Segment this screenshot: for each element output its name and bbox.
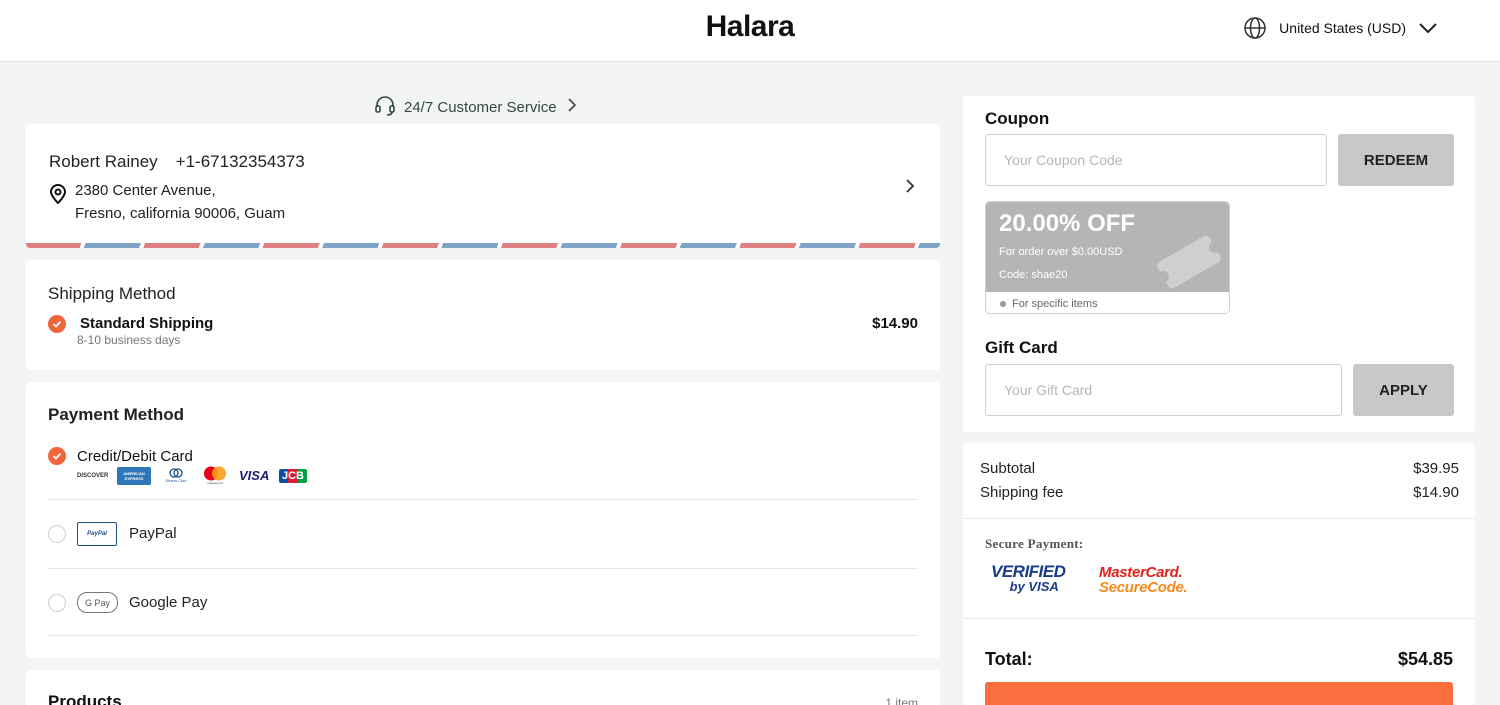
products-count: 1 item xyxy=(885,696,918,705)
divider xyxy=(963,518,1475,519)
ticket-icon xyxy=(1149,232,1229,297)
total-value: $54.85 xyxy=(1397,649,1453,669)
coupon-title: Coupon xyxy=(985,109,1050,128)
redeem-button[interactable]: REDEEM xyxy=(1338,134,1454,186)
amex-logo: AMERICAN EXPRESS xyxy=(117,466,151,485)
coupon-offer-card[interactable]: 20.00% OFF For order over $0.00USD Code:… xyxy=(985,201,1230,314)
place-order-button[interactable] xyxy=(985,682,1453,705)
mastercard-securecode-logo: MasterCard. SecureCode. xyxy=(1099,564,1188,596)
subtotal-value: $39.95 xyxy=(1413,460,1459,477)
secure-payment-label: Secure Payment: xyxy=(985,536,1084,551)
coupon-offer-code: Code: shae20 xyxy=(999,269,1068,281)
coupon-offer-headline: 20.00% OFF xyxy=(999,210,1136,237)
divider xyxy=(48,499,918,500)
visa-logo: VISA xyxy=(239,468,270,483)
payment-option-card-label[interactable]: Credit/Debit Card xyxy=(77,448,193,465)
payment-method-title: Payment Method xyxy=(48,405,185,424)
info-dot-icon xyxy=(1000,300,1006,307)
coupon-offer-footer: For specific items xyxy=(986,292,1229,313)
region-label: United States (USD) xyxy=(1279,20,1406,36)
shipping-fee-row: Shipping fee $14.90 xyxy=(980,484,1459,501)
gift-card-field[interactable] xyxy=(985,364,1342,416)
coupon-offer-note: For specific items xyxy=(1012,297,1098,310)
google-pay-badge: G Pay xyxy=(77,592,118,613)
check-circle-icon[interactable] xyxy=(48,315,66,333)
check-circle-icon[interactable] xyxy=(48,447,66,465)
recipient-name: Robert Rainey xyxy=(49,152,158,171)
discover-logo: DISCOVER xyxy=(77,472,109,479)
headset-icon xyxy=(374,94,396,120)
payment-option-paypal-label[interactable]: PayPal xyxy=(129,525,177,542)
address-line-1: 2380 Center Avenue, xyxy=(75,182,216,199)
chevron-right-icon xyxy=(565,98,579,116)
divider xyxy=(48,635,918,636)
card-brand-logos: DISCOVER AMERICAN EXPRESS Diners Club ma… xyxy=(77,466,308,485)
coupon-offer-condition: For order over $0.00USD xyxy=(999,246,1123,258)
gift-card-title: Gift Card xyxy=(985,338,1058,357)
recipient-phone: +1-67132354373 xyxy=(175,152,305,171)
chevron-right-icon xyxy=(904,178,916,199)
shipping-option-price: $14.90 xyxy=(872,315,918,332)
airmail-stripe-border xyxy=(26,243,940,248)
verified-by-visa-logo: VERIFIED by VISA xyxy=(991,562,1066,594)
brand-logo[interactable]: Halara xyxy=(706,10,795,43)
location-pin-icon xyxy=(49,184,67,209)
payment-method-card: Payment Method Credit/Debit Card DISCOVE… xyxy=(26,382,940,658)
coupon-field[interactable] xyxy=(985,134,1327,186)
apply-button[interactable]: APPLY xyxy=(1353,364,1454,416)
google-pay-radio[interactable] xyxy=(48,594,66,612)
divider xyxy=(963,618,1475,619)
payment-option-googlepay-label[interactable]: Google Pay xyxy=(129,594,207,611)
globe-icon xyxy=(1243,16,1267,40)
paypal-radio[interactable] xyxy=(48,525,66,543)
shipping-method-title: Shipping Method xyxy=(48,284,176,303)
coupon-offer-body: 20.00% OFF For order over $0.00USD Code:… xyxy=(986,202,1229,292)
subtotal-label: Subtotal xyxy=(980,460,1036,477)
divider xyxy=(48,568,918,569)
promotions-card: Coupon REDEEM 20.00% OFF For order over … xyxy=(963,96,1475,432)
subtotal-row: Subtotal $39.95 xyxy=(980,460,1459,477)
top-header: Halara United States (USD) xyxy=(0,0,1500,62)
total-label: Total: xyxy=(985,649,1033,669)
products-title: Products xyxy=(48,692,122,705)
customer-service-label: 24/7 Customer Service xyxy=(404,98,557,116)
shipping-fee-label: Shipping fee xyxy=(980,484,1064,501)
diners-club-logo: Diners Club xyxy=(161,468,191,483)
chevron-down-icon xyxy=(1418,18,1438,38)
mastercard-logo: mastercard xyxy=(201,466,229,485)
address-line-2: Fresno, california 90006, Guam xyxy=(75,205,286,222)
recipient: Robert Rainey +1-67132354373 xyxy=(49,152,305,172)
shipping-method-card: Shipping Method Standard Shipping 8-10 b… xyxy=(26,260,940,370)
coupon-input[interactable] xyxy=(986,135,1326,185)
shipping-fee-value: $14.90 xyxy=(1413,484,1459,501)
order-summary-card: Subtotal $39.95 Shipping fee $14.90 Secu… xyxy=(963,443,1475,705)
shipping-option-eta: 8-10 business days xyxy=(77,333,181,347)
shipping-option-name: Standard Shipping xyxy=(80,315,214,332)
products-card: Products 1 item xyxy=(26,670,940,705)
shipping-address-card[interactable]: Robert Rainey +1-67132354373 2380 Center… xyxy=(26,124,940,248)
gift-card-input[interactable] xyxy=(986,365,1341,415)
paypal-badge: PayPal xyxy=(77,522,117,546)
customer-service-link[interactable]: 24/7 Customer Service xyxy=(374,94,579,120)
jcb-logo: JCB xyxy=(279,468,308,483)
region-selector[interactable]: United States (USD) xyxy=(1243,16,1438,40)
